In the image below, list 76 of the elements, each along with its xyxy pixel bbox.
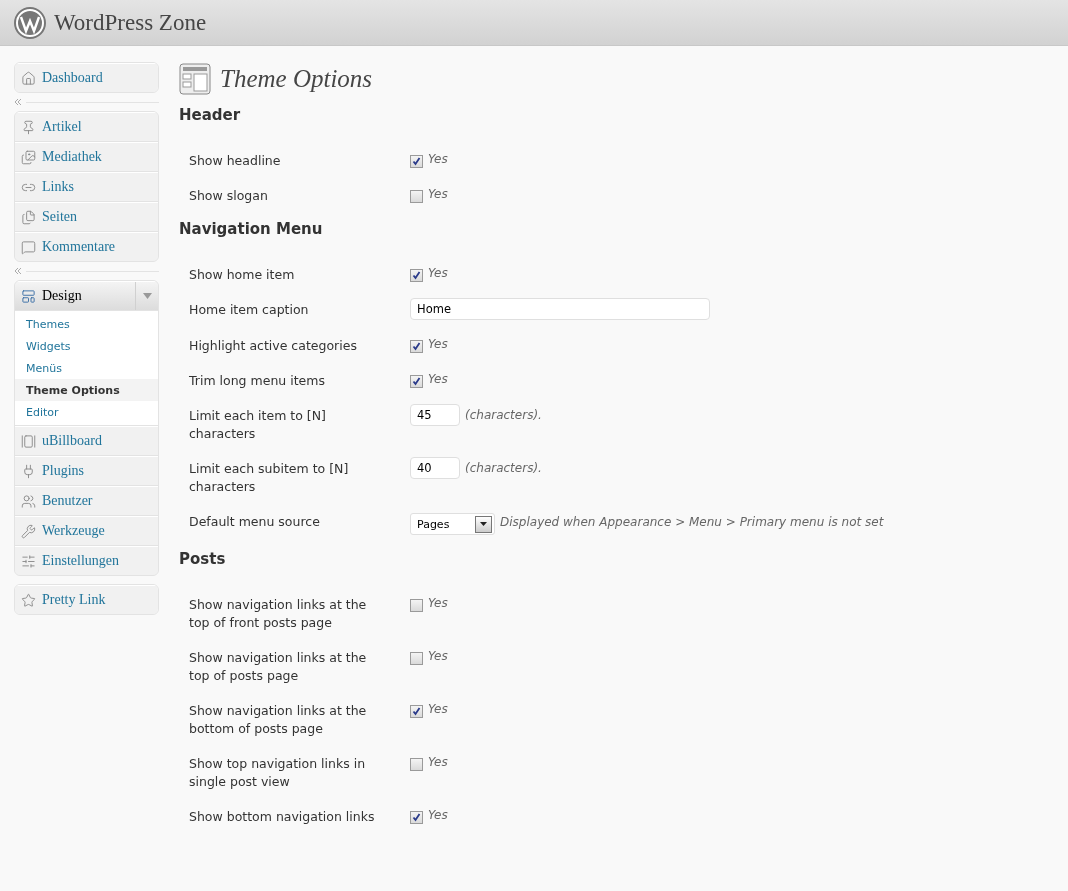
- number-field[interactable]: 45: [410, 404, 460, 426]
- option-name: Highlight active categories: [189, 337, 358, 355]
- select-field[interactable]: Pages: [410, 513, 495, 535]
- option-name: Limit each subitem to [N] characters: [189, 460, 350, 496]
- menu-item[interactable]: Pretty Link: [15, 585, 158, 614]
- checkbox[interactable]: [410, 652, 423, 665]
- menu-item[interactable]: uBillboard: [15, 426, 158, 456]
- checkbox[interactable]: [410, 190, 423, 203]
- option-name: Show slogan: [189, 187, 269, 205]
- layout-icon: [21, 288, 36, 304]
- option-label: Yes: [428, 266, 448, 280]
- logo-icon[interactable]: [14, 6, 46, 39]
- option-name: Show navigation links at the top of front posts page: [189, 596, 368, 632]
- checkbox[interactable]: [410, 155, 423, 168]
- sliders-icon: [21, 553, 36, 569]
- number-field[interactable]: 40: [410, 457, 460, 479]
- speech-bubble-icon: [21, 239, 36, 255]
- option-name: Show home item: [189, 266, 296, 284]
- menu-item[interactable]: Werkzeuge: [15, 516, 158, 546]
- checkbox[interactable]: [410, 375, 423, 388]
- checkbox[interactable]: [410, 599, 423, 612]
- gallery-icon: [21, 433, 36, 449]
- layout-icon: [179, 63, 211, 95]
- option-name: Show headline: [189, 152, 282, 170]
- option-label: Yes: [428, 596, 448, 610]
- field-hint: (characters).: [465, 460, 542, 477]
- checkbox[interactable]: [410, 705, 423, 718]
- option-label: Yes: [428, 755, 448, 769]
- menu-item[interactable]: Kommentare: [15, 232, 158, 261]
- menu-item[interactable]: Benutzer: [15, 486, 158, 516]
- option-label: Yes: [428, 152, 448, 166]
- wrench-icon: [21, 523, 36, 539]
- option-name: Limit each item to [N] characters: [189, 407, 327, 443]
- pin-icon: [21, 119, 36, 135]
- option-name: Home item caption: [189, 301, 310, 319]
- submenu-item[interactable]: Theme Options: [15, 379, 158, 401]
- option-name: Show top navigation links in single post view: [189, 755, 367, 791]
- checkbox[interactable]: [410, 811, 423, 824]
- field-hint: Displayed when Appearance > Menu > Primary menu is not set: [500, 514, 884, 531]
- menu-item[interactable]: Seiten: [15, 202, 158, 232]
- pages-icon: [21, 209, 36, 225]
- checkbox[interactable]: [410, 758, 423, 771]
- site-title: WordPress Zone: [54, 9, 207, 36]
- text-field[interactable]: Home: [410, 298, 710, 320]
- star-icon: [21, 592, 36, 608]
- option-label: Yes: [428, 187, 448, 201]
- option-label: Yes: [428, 808, 448, 822]
- menu-item[interactable]: Einstellungen: [15, 546, 158, 575]
- house-icon: [21, 70, 36, 86]
- checkbox[interactable]: [410, 269, 423, 282]
- option-name: Show navigation links at the top of posts page: [189, 649, 368, 685]
- option-name: Show bottom navigation links: [189, 808, 376, 826]
- option-name: Default menu source: [189, 513, 321, 531]
- menu-item[interactable]: Artikel: [15, 112, 158, 142]
- menu-item[interactable]: Dashboard: [15, 63, 158, 92]
- menu-item[interactable]: Mediathek: [15, 142, 158, 172]
- menu-item[interactable]: Plugins: [15, 456, 158, 486]
- dropdown-arrow-icon: [480, 522, 487, 526]
- section-heading: Navigation Menu: [179, 219, 324, 240]
- option-label: Yes: [428, 372, 448, 386]
- option-name: Show navigation links at the bottom of posts page: [189, 702, 368, 738]
- option-label: Yes: [428, 649, 448, 663]
- section-heading: Header: [179, 105, 242, 126]
- images-icon: [21, 149, 36, 165]
- menu-item[interactable]: Links: [15, 172, 158, 202]
- option-name: Trim long menu items: [189, 372, 326, 390]
- option-label: Yes: [428, 337, 448, 351]
- option-label: Yes: [428, 702, 448, 716]
- plug-icon: [21, 463, 36, 479]
- users-icon: [21, 493, 36, 509]
- menu-item[interactable]: Design: [15, 281, 158, 311]
- page-title: Theme Options: [220, 65, 373, 93]
- checkbox[interactable]: [410, 340, 423, 353]
- section-heading: Posts: [179, 549, 227, 570]
- caret-icon[interactable]: [142, 293, 152, 299]
- field-hint: (characters).: [465, 407, 542, 424]
